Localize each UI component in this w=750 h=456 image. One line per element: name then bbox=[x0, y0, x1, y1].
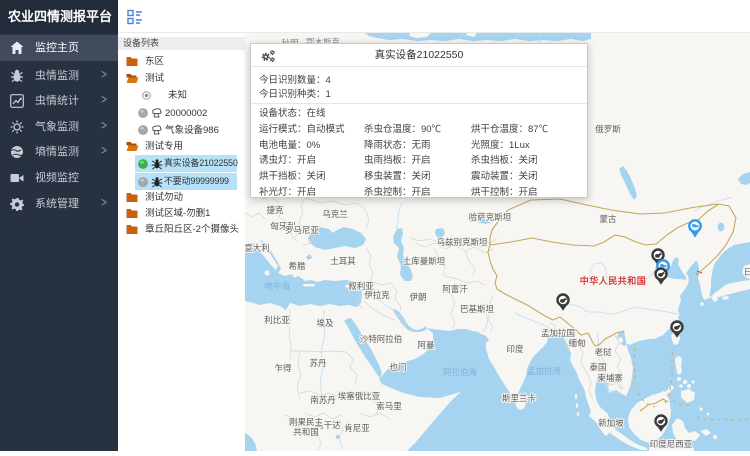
svg-text:孟加拉湾: 孟加拉湾 bbox=[527, 366, 562, 376]
svg-text:土库曼斯坦: 土库曼斯坦 bbox=[403, 256, 446, 266]
svg-text:柬埔寨: 柬埔寨 bbox=[597, 373, 623, 383]
svg-text:埃及: 埃及 bbox=[316, 318, 334, 328]
svg-text:俄罗斯: 俄罗斯 bbox=[595, 124, 621, 134]
svg-text:哈萨克斯坦: 哈萨克斯坦 bbox=[469, 212, 512, 222]
svg-text:意大利: 意大利 bbox=[245, 243, 270, 253]
svg-text:地中海: 地中海 bbox=[264, 281, 290, 291]
svg-text:沙特阿拉伯: 沙特阿拉伯 bbox=[360, 334, 403, 344]
svg-text:土耳其: 土耳其 bbox=[330, 256, 356, 266]
svg-text:阿曼: 阿曼 bbox=[417, 340, 435, 350]
svg-text:缅甸: 缅甸 bbox=[568, 338, 585, 348]
svg-text:也门: 也门 bbox=[389, 362, 406, 372]
svg-text:肯尼亚: 肯尼亚 bbox=[344, 423, 370, 433]
svg-text:斯里兰卡: 斯里兰卡 bbox=[502, 393, 537, 403]
svg-text:罗马尼亚: 罗马尼亚 bbox=[285, 225, 320, 235]
svg-text:老挝: 老挝 bbox=[594, 347, 612, 357]
svg-text:乌兹别克斯坦: 乌兹别克斯坦 bbox=[436, 237, 488, 247]
svg-text:索马里: 索马里 bbox=[376, 401, 402, 411]
svg-text:伊朗: 伊朗 bbox=[409, 292, 426, 302]
svg-text:印度: 印度 bbox=[506, 344, 524, 354]
svg-text:孟加拉国: 孟加拉国 bbox=[541, 328, 575, 338]
svg-text:苏丹: 苏丹 bbox=[309, 358, 327, 368]
svg-text:印度尼西亚: 印度尼西亚 bbox=[650, 439, 693, 449]
svg-text:阿拉伯海: 阿拉伯海 bbox=[443, 367, 478, 377]
svg-text:利比亚: 利比亚 bbox=[264, 315, 290, 325]
svg-text:中华人民共和国: 中华人民共和国 bbox=[580, 275, 647, 286]
svg-text:埃塞俄比亚: 埃塞俄比亚 bbox=[338, 391, 381, 401]
svg-text:乍得: 乍得 bbox=[274, 363, 292, 373]
svg-text:日: 日 bbox=[744, 267, 750, 277]
svg-text:希腊: 希腊 bbox=[288, 261, 306, 271]
svg-text:捷克: 捷克 bbox=[266, 205, 284, 215]
svg-text:阿富汗: 阿富汗 bbox=[442, 284, 468, 294]
svg-text:共和国: 共和国 bbox=[293, 427, 319, 437]
svg-text:新加坡: 新加坡 bbox=[598, 418, 624, 428]
svg-text:蒙古: 蒙古 bbox=[599, 214, 617, 224]
svg-text:刚果民主: 刚果民主 bbox=[289, 417, 324, 427]
svg-text:泰国: 泰国 bbox=[589, 362, 606, 372]
svg-text:巴基斯坦: 巴基斯坦 bbox=[460, 304, 495, 314]
svg-text:伊拉克: 伊拉克 bbox=[364, 290, 390, 300]
svg-text:南苏丹: 南苏丹 bbox=[310, 395, 336, 405]
svg-text:乌克兰: 乌克兰 bbox=[322, 209, 348, 219]
